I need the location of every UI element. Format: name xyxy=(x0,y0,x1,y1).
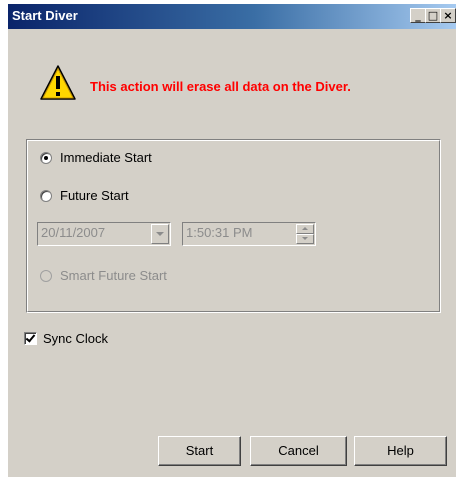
start-date-value: 20/11/2007 xyxy=(41,225,106,240)
warning-message: This action will erase all data on the D… xyxy=(90,79,351,94)
future-start-option[interactable]: Future Start xyxy=(40,188,129,203)
maximize-button[interactable]: □ xyxy=(425,8,441,23)
time-spin-buttons[interactable] xyxy=(296,224,314,244)
start-time-spinner[interactable]: 1:50:31 PM xyxy=(182,222,316,246)
spin-up-icon[interactable] xyxy=(296,224,314,234)
start-button[interactable]: Start xyxy=(158,436,241,466)
help-button[interactable]: Help xyxy=(354,436,447,466)
cancel-button[interactable]: Cancel xyxy=(250,436,347,466)
immediate-start-option[interactable]: Immediate Start xyxy=(40,150,152,165)
smart-future-start-option[interactable]: Smart Future Start xyxy=(40,268,167,283)
window-title: Start Diver xyxy=(12,8,78,23)
close-button[interactable]: × xyxy=(440,8,456,23)
sync-clock-checkbox[interactable] xyxy=(24,332,37,345)
spin-down-icon[interactable] xyxy=(296,234,314,244)
smart-future-start-radio[interactable] xyxy=(40,269,52,282)
future-start-label: Future Start xyxy=(60,188,129,203)
sync-clock-option[interactable]: Sync Clock xyxy=(24,331,108,346)
immediate-start-radio[interactable] xyxy=(40,151,52,164)
start-time-value: 1:50:31 PM xyxy=(186,225,253,240)
start-date-dropdown[interactable]: 20/11/2007 xyxy=(37,222,171,246)
title-bar[interactable]: Start Diver _ □ × xyxy=(8,4,456,29)
warning-triangle-icon xyxy=(40,65,76,100)
smart-future-start-label: Smart Future Start xyxy=(60,268,167,283)
start-diver-dialog: Start Diver _ □ × This action will erase… xyxy=(8,4,456,477)
immediate-start-label: Immediate Start xyxy=(60,150,152,165)
future-start-radio[interactable] xyxy=(40,189,52,202)
minimize-button[interactable]: _ xyxy=(410,8,426,23)
sync-clock-label: Sync Clock xyxy=(43,331,109,346)
chevron-down-icon[interactable] xyxy=(151,224,169,244)
